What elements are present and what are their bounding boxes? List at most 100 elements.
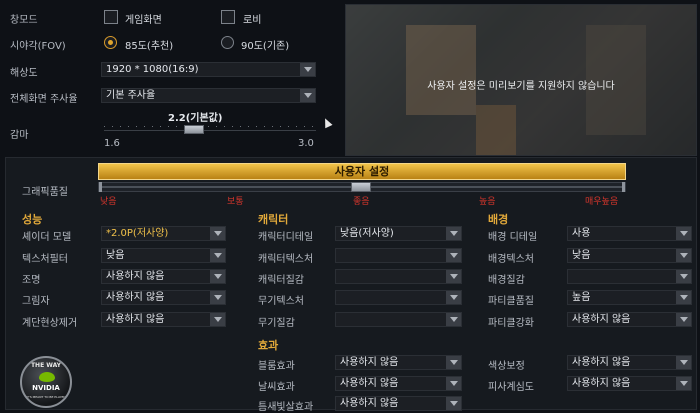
perf-label-2: 조명 xyxy=(22,275,41,286)
gamma-label: 감마 xyxy=(10,130,29,141)
char-label-3: 무기텍스처 xyxy=(258,296,304,307)
window-mode-lobby-label: 로비 xyxy=(243,15,262,26)
effects-left-dropdown-0[interactable]: 사용하지 않음 xyxy=(335,355,462,370)
chevron-down-icon xyxy=(446,227,461,240)
chevron-down-icon xyxy=(676,377,691,390)
chevron-down-icon xyxy=(446,377,461,390)
bg-dropdown-4[interactable]: 사용하지 않음 xyxy=(567,312,692,327)
effects-right-value-1: 사용하지 않음 xyxy=(572,378,631,389)
resolution-value: 1920 * 1080(16:9) xyxy=(106,64,199,75)
char-dropdown-2[interactable] xyxy=(335,269,462,284)
char-dropdown-3[interactable] xyxy=(335,290,462,305)
nvidia-logo-top-text: THE WAY xyxy=(30,362,62,369)
chevron-down-icon xyxy=(210,227,225,240)
perf-dropdown-4[interactable]: 사용하지 않음 xyxy=(101,312,226,327)
preset-header: 사용자 설정 xyxy=(98,163,626,180)
fov-90-radio[interactable] xyxy=(221,36,234,49)
perf-value-0: *2.0P(저사양) xyxy=(106,228,169,239)
bg-dropdown-0[interactable]: 사용 xyxy=(567,226,692,241)
gamma-max-label: 3.0 xyxy=(298,138,314,149)
perf-section-title: 성능 xyxy=(22,213,43,226)
perf-dropdown-2[interactable]: 사용하지 않음 xyxy=(101,269,226,284)
mouse-cursor-icon xyxy=(321,116,333,129)
graphics-quality-handle[interactable] xyxy=(351,182,371,192)
chevron-down-icon xyxy=(446,356,461,369)
bg-dropdown-3[interactable]: 높음 xyxy=(567,290,692,305)
bg-dropdown-2[interactable] xyxy=(567,269,692,284)
quality-level-high: 높음 xyxy=(479,197,496,207)
bg-value-0: 사용 xyxy=(572,228,591,239)
bg-section-title: 배경 xyxy=(488,213,509,226)
char-section-title: 캐릭터 xyxy=(258,213,289,226)
chevron-down-icon xyxy=(300,63,315,76)
chevron-down-icon xyxy=(446,249,461,262)
chevron-down-icon xyxy=(446,313,461,326)
char-label-1: 캐릭터텍스처 xyxy=(258,254,314,265)
bg-label-1: 배경텍스처 xyxy=(488,254,534,265)
bg-value-4: 사용하지 않음 xyxy=(572,314,631,325)
bg-label-4: 파티클강화 xyxy=(488,318,534,329)
chevron-down-icon xyxy=(676,291,691,304)
perf-dropdown-3[interactable]: 사용하지 않음 xyxy=(101,290,226,305)
bg-dropdown-1[interactable]: 낮음 xyxy=(567,248,692,263)
quality-level-very-high: 매우높음 xyxy=(585,197,619,207)
effects-left-dropdown-2[interactable]: 사용하지 않음 xyxy=(335,396,462,411)
bg-label-0: 배경 디테일 xyxy=(488,232,538,243)
char-value-0: 낮음(저사양) xyxy=(340,228,394,239)
perf-value-1: 낮음 xyxy=(106,250,125,261)
nvidia-logo-brand: NVIDIA xyxy=(32,384,60,392)
perf-label-1: 텍스처필터 xyxy=(22,254,68,265)
chevron-down-icon xyxy=(210,270,225,283)
chevron-down-icon xyxy=(210,291,225,304)
chevron-down-icon xyxy=(676,227,691,240)
perf-dropdown-0[interactable]: *2.0P(저사양) xyxy=(101,226,226,241)
chevron-down-icon xyxy=(446,291,461,304)
chevron-down-icon xyxy=(446,397,461,410)
resolution-dropdown[interactable]: 1920 * 1080(16:9) xyxy=(101,62,316,77)
quality-level-normal: 보통 xyxy=(227,197,244,207)
perf-label-4: 계단현상제거 xyxy=(22,318,78,329)
fov-label: 시야각(FOV) xyxy=(10,41,66,52)
chevron-down-icon xyxy=(676,270,691,283)
window-mode-game-checkbox[interactable] xyxy=(104,10,118,24)
char-dropdown-0[interactable]: 낮음(저사양) xyxy=(335,226,462,241)
refresh-dropdown[interactable]: 기본 주사율 xyxy=(101,88,316,103)
char-dropdown-1[interactable] xyxy=(335,248,462,263)
window-mode-lobby-checkbox[interactable] xyxy=(221,10,235,24)
window-mode-game-label: 게임화면 xyxy=(125,15,162,26)
bg-value-1: 낮음 xyxy=(572,250,591,261)
effects-right-label-1: 피사계심도 xyxy=(488,382,534,393)
bg-label-2: 배경질감 xyxy=(488,275,525,286)
refresh-value: 기본 주사율 xyxy=(106,90,156,101)
effects-left-value-1: 사용하지 않음 xyxy=(340,378,399,389)
char-label-2: 캐릭터질감 xyxy=(258,275,304,286)
chevron-down-icon xyxy=(676,249,691,262)
fov-85-radio[interactable] xyxy=(104,36,117,49)
effects-left-label-1: 날씨효과 xyxy=(258,382,295,393)
effects-left-value-0: 사용하지 않음 xyxy=(340,357,399,368)
chevron-down-icon xyxy=(210,249,225,262)
effects-section-title: 효과 xyxy=(258,339,279,352)
window-mode-label: 창모드 xyxy=(10,15,38,26)
effects-right-label-0: 색상보정 xyxy=(488,361,525,372)
char-label-4: 무기질감 xyxy=(258,318,295,329)
perf-value-3: 사용하지 않음 xyxy=(106,292,165,303)
resolution-label: 해상도 xyxy=(10,68,38,79)
gamma-slider[interactable] xyxy=(104,122,316,136)
perf-dropdown-1[interactable]: 낮음 xyxy=(101,248,226,263)
perf-value-4: 사용하지 않음 xyxy=(106,314,165,325)
gamma-slider-handle[interactable] xyxy=(184,125,204,134)
preview-message: 사용자 설정은 미리보기를 지원하지 않습니다 xyxy=(427,81,615,92)
chevron-down-icon xyxy=(676,313,691,326)
effects-right-dropdown-1[interactable]: 사용하지 않음 xyxy=(567,376,692,391)
effects-right-dropdown-0[interactable]: 사용하지 않음 xyxy=(567,355,692,370)
nvidia-logo-bottom-text: IT'S MEANT TO BE PLAYED xyxy=(26,395,66,399)
effects-left-dropdown-1[interactable]: 사용하지 않음 xyxy=(335,376,462,391)
char-dropdown-4[interactable] xyxy=(335,312,462,327)
graphics-quality-slider[interactable] xyxy=(98,182,626,192)
graphics-quality-label: 그래픽품질 xyxy=(22,187,68,198)
effects-left-value-2: 사용하지 않음 xyxy=(340,398,399,409)
preview-panel: 사용자 설정은 미리보기를 지원하지 않습니다 xyxy=(345,4,697,156)
nvidia-logo: THE WAY NVIDIA IT'S MEANT TO BE PLAYED xyxy=(20,356,72,408)
perf-label-3: 그림자 xyxy=(22,296,50,307)
